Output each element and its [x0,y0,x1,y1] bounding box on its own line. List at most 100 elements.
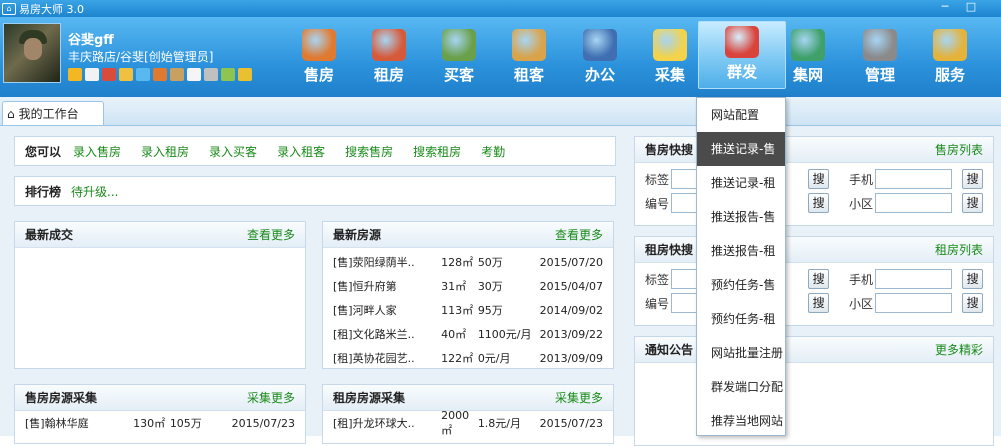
latest-listings-more-link[interactable]: 查看更多 [555,226,603,243]
sale-tag-search-button[interactable]: 搜 [808,169,829,189]
quick-action-icon[interactable] [136,68,150,81]
listing-name: [租]文化路米兰.. [333,328,415,341]
notice-more-link[interactable]: 更多精彩 [935,341,983,358]
nav-buyer[interactable]: 买客 [427,25,491,87]
quick-action-icon[interactable] [119,68,133,81]
quick-link[interactable]: 搜索租房 [413,143,461,160]
listing-area: 2000㎡ [441,408,470,437]
quick-link[interactable]: 录入租房 [141,143,189,160]
listing-row[interactable]: [售]河畔人家 113㎡ 95万 2014/09/02 [323,298,613,322]
quick-link[interactable]: 录入售房 [73,143,121,160]
dropdown-item[interactable]: 推送报告-售 [697,200,785,234]
nav-label: 办公 [584,66,615,84]
nav-collect[interactable]: 采集 [638,25,702,87]
listing-row[interactable]: [售]翰林华庭 130㎡ 105万 2015/07/23 [15,411,305,435]
rent-community-search-button[interactable]: 搜 [962,293,983,313]
dropdown-item[interactable]: 推送报告-租 [697,234,785,268]
listing-area: 128㎡ [441,256,474,269]
listing-name: [售]恒升府第 [333,280,397,293]
listing-name: [售]荥阳绿荫半.. [333,256,415,269]
rent-collect-more-link[interactable]: 采集更多 [555,389,603,406]
rent-search-row-2: 编号 搜 小区 搜 [635,291,993,315]
quick-action-icon[interactable] [153,68,167,81]
nav-broadcast[interactable]: 群发 [698,21,786,89]
rent-phone-search-button[interactable]: 搜 [962,269,983,289]
quick-action-icon[interactable] [102,68,116,81]
dropdown-item[interactable]: 网站批量注册 [697,336,785,370]
nav-manage[interactable]: 管理 [848,25,912,87]
sale-search-row-1: 标签 搜 手机 搜 [635,167,993,191]
label-tag: 标签 [645,172,670,187]
sale-community-input[interactable] [874,193,953,213]
rent-tag-search-button[interactable]: 搜 [808,269,829,289]
quick-link[interactable]: 考勤 [481,143,505,160]
nav-label: 采集 [654,66,685,84]
nav-rent-house[interactable]: 租房 [357,25,421,87]
quick-link[interactable]: 录入租客 [277,143,325,160]
sale-community-search-button[interactable]: 搜 [962,193,983,213]
dropdown-item[interactable]: 推荐当地网站 [697,404,785,438]
latest-listings-list: [售]荥阳绿荫半.. 128㎡ 50万 2015/07/20 [售]恒升府第 31㎡ 30万… [323,248,613,368]
sale-collect-more-link[interactable]: 采集更多 [247,389,295,406]
quick-action-icon[interactable] [238,68,252,81]
listing-row[interactable]: [租]英协花园艺.. 122㎡ 0元/月 2013/09/09 [323,346,613,368]
listing-date: 2013/09/09 [539,351,603,365]
sale-list-link[interactable]: 售房列表 [935,141,983,158]
tab-workbench[interactable]: ⌂ 我的工作台 [2,101,104,125]
listing-row[interactable]: [售]恒升府第 31㎡ 30万 2015/04/07 [323,274,613,298]
nav-office[interactable]: 办公 [568,25,632,87]
quick-action-icon[interactable] [170,68,184,81]
latest-deals-more-link[interactable]: 查看更多 [247,226,295,243]
sale-number-search-button[interactable]: 搜 [808,193,829,213]
label-community: 小区 [849,296,874,311]
collect-icon [653,29,687,61]
sale-collect-header: 售房房源采集 采集更多 [15,385,305,411]
nav-tenant[interactable]: 租客 [497,25,561,87]
maximize-button[interactable]: □ [960,0,982,15]
nav-service[interactable]: 服务 [918,25,982,87]
nav-sale-house[interactable]: 售房 [287,25,351,87]
sale-collect-box: 售房房源采集 采集更多 [售]翰林华庭 130㎡ 105万 2015/07/23 [14,384,306,444]
listing-area: 130㎡ [133,417,166,430]
listing-row[interactable]: [售]荥阳绿荫半.. 128㎡ 50万 2015/07/20 [323,250,613,274]
listing-row[interactable]: [租]文化路米兰.. 40㎡ 1100元/月 2013/09/22 [323,322,613,346]
sale-search-title: 售房快搜 [645,143,694,157]
sale-house-icon [302,29,336,61]
rent-search-row-1: 标签 搜 手机 搜 [635,267,993,291]
broadcast-icon [725,26,759,58]
sale-phone-input[interactable] [874,169,953,189]
sale-phone-search-button[interactable]: 搜 [962,169,983,189]
avatar[interactable] [3,23,61,83]
rent-number-search-button[interactable]: 搜 [808,293,829,313]
rent-collect-header: 租房房源采集 采集更多 [323,385,613,411]
dropdown-item[interactable]: 群发端口分配 [697,370,785,404]
listing-price: 50万 [477,256,503,269]
rent-list-link[interactable]: 租房列表 [935,241,983,258]
quick-action-icon[interactable] [187,68,201,81]
nav-label: 服务 [934,66,965,84]
dropdown-item[interactable]: 预约任务-租 [697,302,785,336]
rent-house-icon [372,29,406,61]
rent-phone-input[interactable] [874,269,953,289]
can-do-links: 录入售房 录入租房 录入买客 录入租客 搜索售房 搜索租房 考勤 [73,143,505,160]
dropdown-item[interactable]: 网站配置 [697,98,785,132]
quick-action-icon[interactable] [85,68,99,81]
dropdown-item[interactable]: 推送记录-租 [697,166,785,200]
quick-action-icon[interactable] [68,68,82,81]
dropdown-item[interactable]: 推送记录-售 [697,132,785,166]
dropdown-item[interactable]: 预约任务-售 [697,268,785,302]
quick-link[interactable]: 录入买客 [209,143,257,160]
sale-search-box: 售房快搜 售房列表 标签 搜 手机 搜 编号 搜 小区 搜 [634,136,994,226]
latest-listings-header: 最新房源 查看更多 [323,222,613,248]
nav-network[interactable]: 集网 [776,25,840,87]
rent-community-input[interactable] [874,293,953,313]
tenant-icon [512,29,546,61]
listing-row[interactable]: [租]升龙环球大.. 2000㎡ 1.8元/月 2015/07/23 [323,408,613,437]
quick-action-icon[interactable] [204,68,218,81]
listing-area: 31㎡ [441,280,467,293]
quick-action-icon[interactable] [221,68,235,81]
quick-link[interactable]: 搜索售房 [345,143,393,160]
nav-label: 买客 [443,66,474,84]
minimize-button[interactable]: ─ [934,0,956,15]
can-do-title: 您可以 [25,144,62,159]
